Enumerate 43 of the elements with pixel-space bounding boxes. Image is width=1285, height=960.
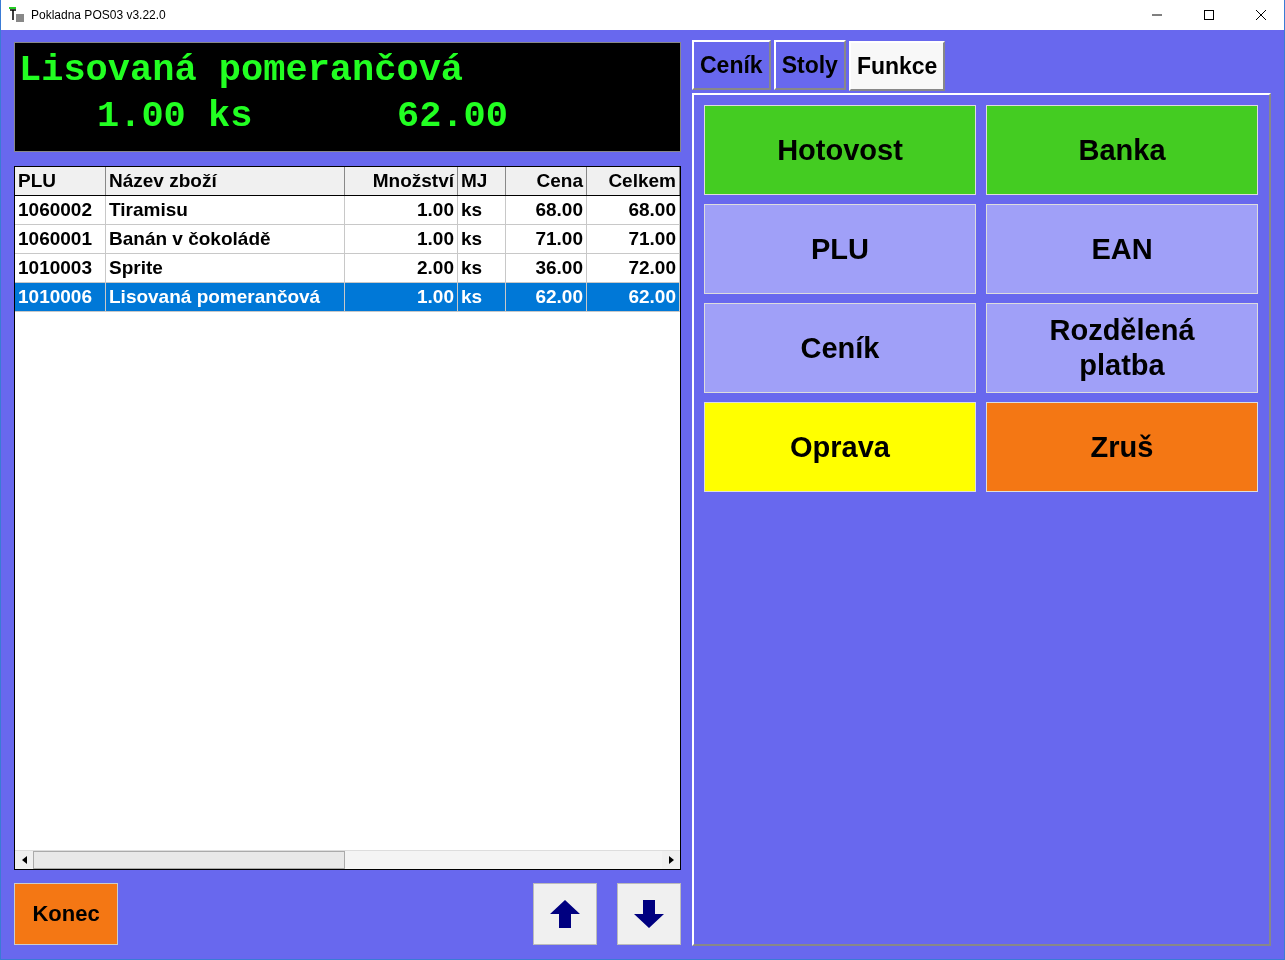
table-row[interactable]: 1060001 Banán v čokoládě 1.00 ks 71.00 71.00: [15, 225, 680, 254]
app-icon: [9, 7, 25, 23]
close-icon[interactable]: [1256, 10, 1266, 20]
function-button[interactable]: Oprava: [704, 402, 976, 492]
column-header[interactable]: Množství: [345, 167, 458, 195]
scroll-right-icon[interactable]: [668, 856, 674, 864]
scrollbar-thumb[interactable]: [33, 851, 345, 869]
display-amount: 62.00: [397, 94, 509, 139]
column-header[interactable]: Celkem: [587, 167, 680, 195]
column-header[interactable]: Cena: [506, 167, 587, 195]
arrow-up-icon: [550, 900, 580, 928]
up-button[interactable]: [533, 883, 597, 945]
function-button[interactable]: Zruš: [986, 402, 1258, 492]
exit-button[interactable]: Konec: [14, 883, 118, 945]
tab[interactable]: Funkce: [848, 41, 946, 91]
table-cell: 62.00: [587, 283, 680, 312]
display-quantity: 1.00 ks: [97, 94, 254, 139]
arrow-down-icon: [634, 900, 664, 928]
function-button[interactable]: PLU: [704, 204, 976, 294]
down-button[interactable]: [617, 883, 681, 945]
table-cell: ks: [458, 283, 506, 312]
table-row[interactable]: 1010006 Lisovaná pomerančová 1.00 ks 62.00 62.00: [15, 283, 680, 312]
table-cell: 62.00: [506, 283, 587, 312]
function-button[interactable]: EAN: [986, 204, 1258, 294]
window-title: Pokladna POS03 v3.22.0: [31, 8, 167, 22]
function-button[interactable]: Ceník: [704, 303, 976, 393]
maximize-icon[interactable]: [1204, 10, 1214, 20]
tab[interactable]: Stoly: [773, 40, 846, 90]
table-cell: 1.00: [345, 283, 458, 312]
column-header[interactable]: MJ: [458, 167, 506, 195]
column-header[interactable]: PLU: [15, 167, 106, 195]
function-button[interactable]: Hotovost: [704, 105, 976, 195]
scroll-left-icon[interactable]: [21, 856, 27, 864]
table-row[interactable]: 1010003 Sprite 2.00 ks 36.00 72.00: [15, 254, 680, 283]
function-button[interactable]: Rozdělená platba: [986, 303, 1258, 393]
table-cell: Lisovaná pomerančová: [106, 283, 345, 312]
horizontal-scrollbar[interactable]: [15, 850, 680, 869]
display-item-name: Lisovaná pomerančová: [19, 48, 465, 93]
tab[interactable]: Ceník: [692, 40, 771, 90]
table-row[interactable]: 1060002 Tiramisu 1.00 ks 68.00 68.00: [15, 196, 680, 225]
table-cell: 1010006: [15, 283, 106, 312]
column-header[interactable]: Název zboží: [106, 167, 345, 195]
function-button[interactable]: Banka: [986, 105, 1258, 195]
